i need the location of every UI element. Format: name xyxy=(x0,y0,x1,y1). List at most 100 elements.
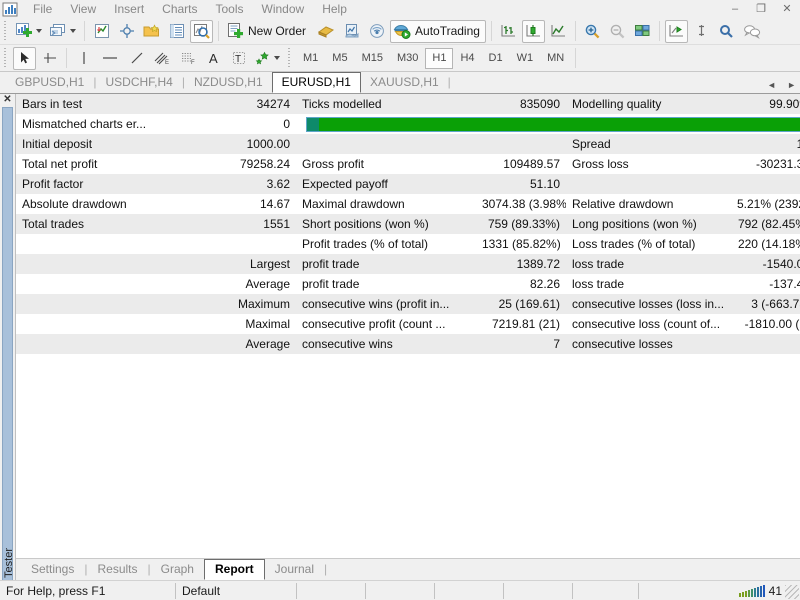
cell-label xyxy=(16,234,216,254)
new-order-button[interactable]: New Order xyxy=(224,20,312,43)
menu-help[interactable]: Help xyxy=(313,0,356,18)
chart-tab-eurusd-h1[interactable]: EURUSD,H1 xyxy=(271,72,361,93)
data-window-button[interactable] xyxy=(115,20,138,43)
trendline-button[interactable] xyxy=(125,47,148,70)
mql5-community-button[interactable] xyxy=(340,20,363,43)
candlestick-chart-button[interactable] xyxy=(521,19,545,43)
timeframe-m15[interactable]: M15 xyxy=(355,48,390,69)
tab-settings[interactable]: Settings xyxy=(21,560,84,580)
menu-file[interactable]: File xyxy=(24,0,61,18)
tile-windows-button[interactable] xyxy=(631,20,654,43)
menu-charts[interactable]: Charts xyxy=(153,0,206,18)
cell-value: 51.10 xyxy=(476,174,566,194)
cell-label: Maximal drawdown xyxy=(296,194,476,214)
app-logo-icon xyxy=(2,2,18,17)
cell-value: 34274 xyxy=(216,94,296,114)
cell-value: 1331 (85.82%) xyxy=(476,234,566,254)
status-connection[interactable]: 41 xyxy=(639,581,800,600)
line-chart-button[interactable] xyxy=(547,20,570,43)
market-watch-button[interactable] xyxy=(90,20,113,43)
timeframe-h4[interactable]: H4 xyxy=(453,48,481,69)
menu-insert[interactable]: Insert xyxy=(105,0,153,18)
timeframe-m30[interactable]: M30 xyxy=(390,48,425,69)
cell-label: Profit factor xyxy=(16,174,216,194)
chart-tab-prev-icon[interactable]: ◄ xyxy=(767,80,776,90)
vertical-line-button[interactable] xyxy=(72,47,95,70)
status-cell-4 xyxy=(366,581,434,600)
signals-button[interactable] xyxy=(365,20,388,43)
zoom-in-button[interactable] xyxy=(581,20,604,43)
cell-label: Loss trades (% of total) xyxy=(566,234,731,254)
chat-button[interactable] xyxy=(740,20,764,43)
tab-results[interactable]: Results xyxy=(87,560,147,580)
cell-value: 1000.00 xyxy=(216,134,296,154)
status-cell-3 xyxy=(297,581,365,600)
table-row: Profit trades (% of total) 1331 (85.82%)… xyxy=(16,234,800,254)
fibonacci-retracement-button[interactable]: F xyxy=(176,47,200,70)
strategy-tester-button[interactable] xyxy=(190,19,213,43)
restore-button[interactable]: ❐ xyxy=(748,0,774,18)
cell-label: Expected payoff xyxy=(296,174,476,194)
navigator-button[interactable] xyxy=(140,20,163,43)
text-label-button[interactable]: T xyxy=(227,47,250,70)
timeframe-mn[interactable]: MN xyxy=(540,48,571,69)
cell-value: Maximal xyxy=(216,314,296,334)
text-button[interactable]: A xyxy=(202,47,225,70)
menu-view[interactable]: View xyxy=(61,0,105,18)
resize-grip[interactable] xyxy=(785,585,799,599)
close-icon[interactable]: ✕ xyxy=(3,95,11,105)
timeframe-h1[interactable]: H1 xyxy=(425,47,454,69)
tab-report[interactable]: Report xyxy=(203,559,265,580)
timeframe-m1[interactable]: M1 xyxy=(296,48,325,69)
svg-text:F: F xyxy=(191,60,195,66)
toolbar-grip[interactable] xyxy=(3,48,10,68)
horizontal-line-button[interactable] xyxy=(97,47,123,70)
cell-value: 3074.38 (3.98%) xyxy=(476,194,566,214)
chart-autoscroll-button[interactable] xyxy=(690,20,713,43)
chart-tab-usdchf-h4[interactable]: USDCHF,H4 xyxy=(96,73,181,93)
cell-label: Gross loss xyxy=(566,154,731,174)
tester-dock-rail[interactable]: Tester xyxy=(2,107,15,580)
progress-lead-segment xyxy=(307,117,319,131)
new-order-icon xyxy=(227,23,244,39)
timeframe-toolbar-grip[interactable] xyxy=(287,48,294,68)
zoom-out-button[interactable] xyxy=(606,20,629,43)
menu-window[interactable]: Window xyxy=(253,0,314,18)
cell-value: 99.90% xyxy=(731,94,800,114)
chart-tab-next-icon[interactable]: ► xyxy=(787,80,796,90)
profiles-button[interactable] xyxy=(47,20,79,43)
equidistant-channel-button[interactable]: E xyxy=(150,47,174,70)
mt4-application-window: File View Insert Charts Tools Window Hel… xyxy=(0,0,800,600)
chart-tab-xauusd-h1[interactable]: XAUUSD,H1 xyxy=(361,73,448,93)
timeframe-m5[interactable]: M5 xyxy=(325,48,354,69)
cell-value: 792 (82.45%) xyxy=(731,214,800,234)
minimize-button[interactable]: – xyxy=(722,0,748,18)
cell-label: profit trade xyxy=(296,274,476,294)
crosshair-button[interactable] xyxy=(38,47,61,70)
timeframe-d1[interactable]: D1 xyxy=(482,48,510,69)
new-chart-button[interactable] xyxy=(13,20,45,43)
chart-tab-gbpusd-h1[interactable]: GBPUSD,H1 xyxy=(6,73,93,93)
window-controls: – ❐ ✕ xyxy=(722,0,800,18)
cell-value: Largest xyxy=(216,254,296,274)
workspace: ✕ Tester Bars in test 34274 Ticks modell… xyxy=(0,94,800,580)
svg-text:A: A xyxy=(209,51,218,66)
metaeditor-button[interactable] xyxy=(314,20,338,43)
tab-journal[interactable]: Journal xyxy=(265,560,324,580)
status-profile[interactable]: Default xyxy=(176,581,296,600)
shapes-button[interactable] xyxy=(252,47,283,70)
bar-chart-button[interactable] xyxy=(497,20,520,43)
indicators-button[interactable] xyxy=(715,20,738,43)
autotrading-button[interactable]: AutoTrading xyxy=(390,19,486,43)
report-table-container: Bars in test 34274 Ticks modelled 835090… xyxy=(16,94,800,558)
close-button[interactable]: ✕ xyxy=(774,0,800,18)
timeframe-w1[interactable]: W1 xyxy=(510,48,541,69)
terminal-button[interactable] xyxy=(165,20,188,43)
tab-graph[interactable]: Graph xyxy=(151,560,204,580)
menu-tools[interactable]: Tools xyxy=(207,0,253,18)
chart-shift-button[interactable] xyxy=(664,19,688,43)
cursor-button[interactable] xyxy=(13,46,36,70)
connection-value: 41 xyxy=(768,583,782,598)
toolbar-grip[interactable] xyxy=(3,21,10,41)
chart-tab-nzdusd-h1[interactable]: NZDUSD,H1 xyxy=(185,73,272,93)
